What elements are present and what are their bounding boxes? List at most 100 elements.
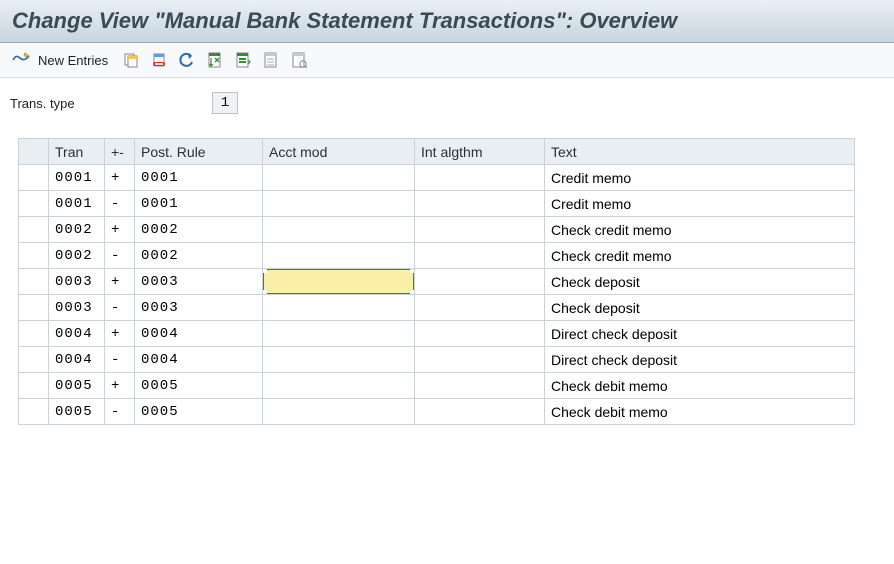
cell-text[interactable]: Credit memo [545, 165, 855, 191]
cell-text[interactable]: Credit memo [545, 191, 855, 217]
row-selector[interactable] [19, 217, 49, 243]
cell-posting-rule[interactable]: 0002 [135, 217, 263, 243]
undo-icon[interactable] [176, 49, 198, 71]
print-config-icon[interactable] [288, 49, 310, 71]
table-row: 0001-0001 Credit memo [19, 191, 855, 217]
cell-sign[interactable]: - [105, 191, 135, 217]
cell-acct-mod[interactable] [263, 217, 415, 243]
row-selector[interactable] [19, 191, 49, 217]
cell-posting-rule[interactable]: 0002 [135, 243, 263, 269]
cell-sign[interactable]: - [105, 243, 135, 269]
table-row: 0001+0001 Credit memo [19, 165, 855, 191]
new-entries-button[interactable]: New Entries [38, 53, 108, 68]
row-selector[interactable] [19, 321, 49, 347]
cell-posting-rule[interactable]: 0001 [135, 191, 263, 217]
cell-tran[interactable]: 0001 [49, 191, 105, 217]
cell-acct-mod[interactable] [263, 399, 415, 425]
row-selector[interactable] [19, 373, 49, 399]
cell-tran[interactable]: 0003 [49, 295, 105, 321]
cell-int-algthm[interactable] [415, 347, 545, 373]
cell-text[interactable]: Check credit memo [545, 217, 855, 243]
cell-tran[interactable]: 0005 [49, 399, 105, 425]
cell-sign[interactable]: + [105, 217, 135, 243]
cell-tran[interactable]: 0004 [49, 321, 105, 347]
col-int-algthm[interactable]: Int algthm [415, 139, 545, 165]
col-select[interactable] [19, 139, 49, 165]
col-tran[interactable]: Tran [49, 139, 105, 165]
cell-int-algthm[interactable] [415, 269, 545, 295]
cell-sign[interactable]: + [105, 269, 135, 295]
cell-text[interactable]: Check debit memo [545, 373, 855, 399]
table-header-row: Tran +- Post. Rule Acct mod Int algthm T… [19, 139, 855, 165]
cell-sign[interactable]: - [105, 399, 135, 425]
cell-int-algthm[interactable] [415, 243, 545, 269]
change-mode-icon[interactable] [10, 49, 32, 71]
cell-int-algthm[interactable] [415, 373, 545, 399]
cell-sign[interactable]: - [105, 347, 135, 373]
cell-tran[interactable]: 0002 [49, 217, 105, 243]
cell-posting-rule[interactable]: 0001 [135, 165, 263, 191]
table-row: 0002+0002 Check credit memo [19, 217, 855, 243]
cell-posting-rule[interactable]: 0003 [135, 269, 263, 295]
cell-sign[interactable]: + [105, 373, 135, 399]
table-row: 0002-0002 Check credit memo [19, 243, 855, 269]
cell-acct-mod[interactable] [263, 191, 415, 217]
cell-int-algthm[interactable] [415, 399, 545, 425]
table-row: 0005+0005 Check debit memo [19, 373, 855, 399]
cell-tran[interactable]: 0001 [49, 165, 105, 191]
filter-row: Trans. type 1 [0, 78, 894, 122]
cell-int-algthm[interactable] [415, 191, 545, 217]
table-row: 0003-0003 Check deposit [19, 295, 855, 321]
cell-acct-mod[interactable] [263, 347, 415, 373]
cell-acct-mod[interactable] [263, 269, 415, 295]
cell-acct-mod[interactable] [263, 321, 415, 347]
cell-tran[interactable]: 0004 [49, 347, 105, 373]
row-selector[interactable] [19, 295, 49, 321]
cell-posting-rule[interactable]: 0004 [135, 321, 263, 347]
table-row: 0003+0003 Check deposit [19, 269, 855, 295]
col-sign[interactable]: +- [105, 139, 135, 165]
col-text[interactable]: Text [545, 139, 855, 165]
cell-posting-rule[interactable]: 0003 [135, 295, 263, 321]
col-acct-mod[interactable]: Acct mod [263, 139, 415, 165]
cell-text[interactable]: Check deposit [545, 269, 855, 295]
cell-text[interactable]: Check credit memo [545, 243, 855, 269]
select-block-icon[interactable] [232, 49, 254, 71]
select-all-icon[interactable] [204, 49, 226, 71]
cell-int-algthm[interactable] [415, 165, 545, 191]
trans-type-label: Trans. type [10, 96, 200, 111]
cell-text[interactable]: Check deposit [545, 295, 855, 321]
cell-acct-mod[interactable] [263, 243, 415, 269]
row-selector[interactable] [19, 347, 49, 373]
page-title: Change View "Manual Bank Statement Trans… [12, 8, 882, 34]
cell-int-algthm[interactable] [415, 217, 545, 243]
cell-posting-rule[interactable]: 0005 [135, 399, 263, 425]
row-selector[interactable] [19, 165, 49, 191]
cell-posting-rule[interactable]: 0005 [135, 373, 263, 399]
cell-int-algthm[interactable] [415, 295, 545, 321]
cell-acct-mod[interactable] [263, 295, 415, 321]
cell-int-algthm[interactable] [415, 321, 545, 347]
cell-sign[interactable]: - [105, 295, 135, 321]
delete-icon[interactable] [148, 49, 170, 71]
cell-text[interactable]: Direct check deposit [545, 321, 855, 347]
cell-sign[interactable]: + [105, 165, 135, 191]
cell-acct-mod[interactable] [263, 373, 415, 399]
cell-tran[interactable]: 0003 [49, 269, 105, 295]
row-selector[interactable] [19, 269, 49, 295]
col-posting-rule[interactable]: Post. Rule [135, 139, 263, 165]
trans-type-field[interactable]: 1 [212, 92, 238, 114]
cell-sign[interactable]: + [105, 321, 135, 347]
cell-acct-mod[interactable] [263, 165, 415, 191]
cell-tran[interactable]: 0005 [49, 373, 105, 399]
copy-as-icon[interactable] [120, 49, 142, 71]
cell-posting-rule[interactable]: 0004 [135, 347, 263, 373]
transactions-table: Tran +- Post. Rule Acct mod Int algthm T… [18, 138, 855, 425]
cell-text[interactable]: Direct check deposit [545, 347, 855, 373]
row-selector[interactable] [19, 399, 49, 425]
cell-text[interactable]: Check debit memo [545, 399, 855, 425]
deselect-all-icon[interactable] [260, 49, 282, 71]
table-row: 0005-0005 Check debit memo [19, 399, 855, 425]
row-selector[interactable] [19, 243, 49, 269]
cell-tran[interactable]: 0002 [49, 243, 105, 269]
